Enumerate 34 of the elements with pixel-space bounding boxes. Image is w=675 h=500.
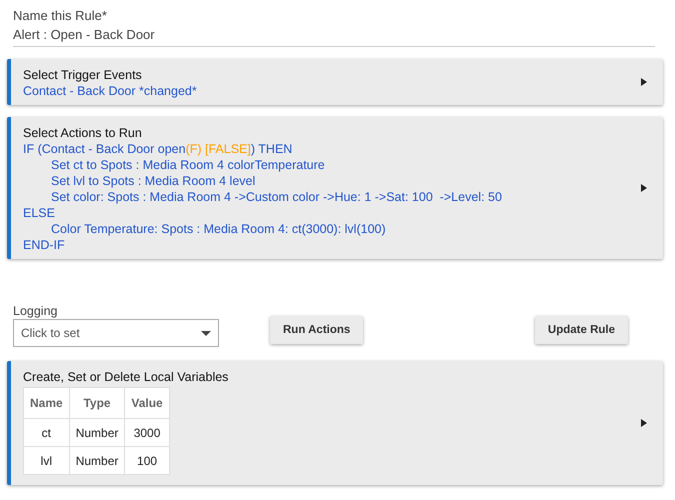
- field-value: Alert : Open - Back Door: [13, 27, 156, 43]
- table-cell: 100: [124, 446, 170, 474]
- action-button[interactable]: Run Actions: [270, 316, 364, 344]
- card-title: Select Trigger Events: [23, 67, 143, 83]
- expand-arrow-icon: [641, 78, 647, 86]
- table-cell: 3000: [124, 418, 170, 446]
- column-header: Name: [24, 388, 70, 418]
- action-line: Color Temperature: Spots : Media Room 4: ct(3000): lvl(100): [50, 221, 387, 237]
- action-line: Set color: Spots : Media Room 4 ->Custom color ->Hue: 1 ->Sat: 100 ->Level: 50: [50, 189, 502, 205]
- logging-dropdown[interactable]: Click to set: [13, 319, 219, 347]
- table-cell: Number: [69, 446, 125, 474]
- caret-icon: [201, 330, 211, 336]
- expand-arrow-icon: [641, 419, 647, 427]
- field-label: Logging: [13, 303, 58, 319]
- rule-name-field[interactable]: Name this Rule* Alert : Open - Back Door: [13, 8, 655, 47]
- action-line: ELSE: [23, 205, 56, 221]
- actions-card[interactable]: [7, 117, 663, 259]
- card-title: Create, Set or Delete Local Variables: [23, 369, 228, 385]
- table-cell: Number: [69, 418, 125, 446]
- variables-card[interactable]: Create, Set or Delete Local Variables Name Type Value ct Number 3000 lvl Number 100: [7, 361, 663, 485]
- table-cell: lvl: [24, 446, 70, 474]
- action-line: IF (Contact - Back Door open(F) [FALSE]) THEN: [23, 141, 294, 157]
- action-line: END-IF: [23, 237, 66, 253]
- trigger-events-card[interactable]: Select Trigger Events Contact - Back Door *changed*: [7, 59, 663, 105]
- card-title: Select Actions to Run: [23, 125, 143, 141]
- trigger-line: Contact - Back Door *changed*: [23, 83, 197, 99]
- expand-arrow-icon: [641, 184, 647, 192]
- field-label: Name this Rule*: [13, 8, 108, 24]
- table-cell: ct: [24, 418, 70, 446]
- action-line: Set ct to Spots : Media Room 4 colorTemperature: [50, 157, 326, 173]
- action-line: Set lvl to Spots : Media Room 4 level: [50, 173, 256, 189]
- action-button[interactable]: Update Rule: [534, 316, 628, 344]
- column-header: Value: [124, 388, 170, 418]
- column-header: Type: [69, 388, 125, 418]
